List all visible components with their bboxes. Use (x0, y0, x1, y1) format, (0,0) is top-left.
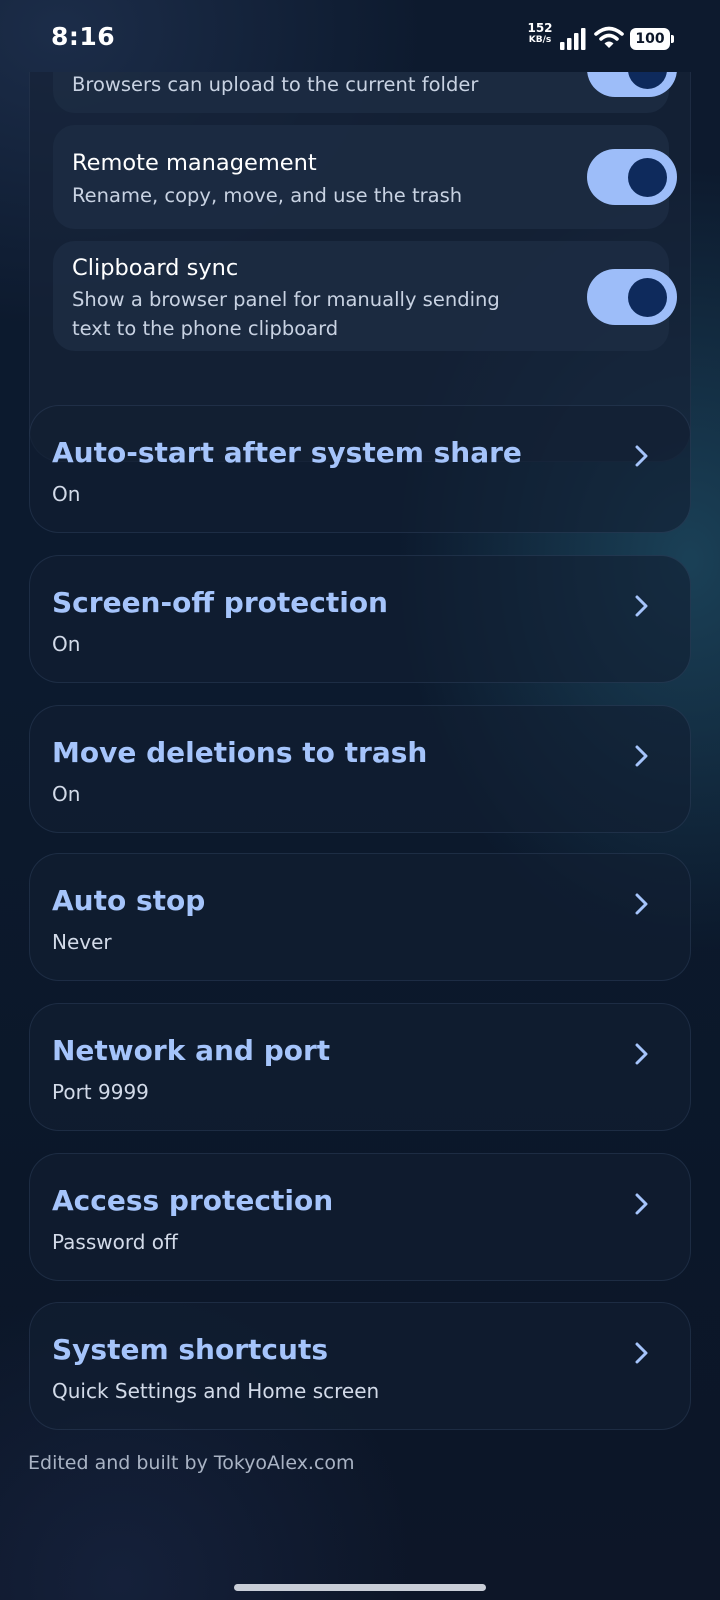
chevron-right-icon (635, 1193, 648, 1215)
browser-upload-switch[interactable] (587, 72, 677, 97)
chevron-right-icon (635, 745, 648, 767)
web-access-options-card: Browsers can upload to the current folde… (29, 72, 691, 462)
setting-title: Auto stop (52, 884, 206, 917)
signal-icon (560, 28, 586, 50)
wifi-icon (594, 26, 624, 48)
setting-title: System shortcuts (52, 1333, 328, 1366)
setting-title: Move deletions to trash (52, 736, 428, 769)
setting-auto-stop[interactable]: Auto stop Never (29, 853, 691, 981)
chevron-right-icon (635, 595, 648, 617)
setting-value: On (52, 632, 81, 656)
clipboard-sync-switch[interactable] (587, 269, 677, 325)
toggle-subtitle: Show a browser panel for manually sendin… (72, 288, 500, 340)
chevron-right-icon (635, 1043, 648, 1065)
toggle-subtitle: Browsers can upload to the current folde… (72, 73, 479, 96)
switch-knob (628, 72, 667, 89)
setting-move-deletions-to-trash[interactable]: Move deletions to trash On (29, 705, 691, 833)
remote-management-switch[interactable] (587, 149, 677, 205)
battery-icon: 100 (630, 28, 674, 50)
network-speed-unit: KB/s (528, 35, 552, 45)
switch-knob (628, 278, 667, 317)
network-speed: 152 KB/s (524, 22, 556, 46)
setting-title: Auto-start after system share (52, 436, 522, 469)
setting-value: On (52, 482, 81, 506)
setting-system-shortcuts[interactable]: System shortcuts Quick Settings and Home… (29, 1302, 691, 1430)
home-indicator[interactable] (234, 1584, 486, 1591)
setting-value: On (52, 782, 81, 806)
setting-value: Password off (52, 1230, 178, 1254)
settings-content[interactable]: Browsers can upload to the current folde… (0, 72, 720, 1600)
clock: 8:16 (51, 22, 116, 51)
chevron-right-icon (635, 1342, 648, 1364)
setting-access-protection[interactable]: Access protection Password off (29, 1153, 691, 1281)
toggle-row-browser-upload[interactable]: Browsers can upload to the current folde… (53, 72, 677, 113)
setting-value: Quick Settings and Home screen (52, 1379, 380, 1403)
setting-value: Port 9999 (52, 1080, 149, 1104)
footer-credit: Edited and built by TokyoAlex.com (28, 1452, 355, 1474)
setting-auto-start-after-share[interactable]: Auto-start after system share On (29, 405, 691, 533)
setting-title: Network and port (52, 1034, 331, 1067)
chevron-right-icon (635, 893, 648, 915)
toggle-title: Clipboard sync (72, 255, 239, 281)
toggle-title: Remote management (72, 150, 317, 176)
setting-value: Never (52, 930, 112, 954)
setting-screen-off-protection[interactable]: Screen-off protection On (29, 555, 691, 683)
toggle-row-clipboard-sync[interactable]: Clipboard sync Show a browser panel for … (53, 241, 677, 351)
setting-title: Screen-off protection (52, 586, 388, 619)
setting-network-and-port[interactable]: Network and port Port 9999 (29, 1003, 691, 1131)
chevron-right-icon (635, 445, 648, 467)
switch-knob (628, 158, 667, 197)
toggle-row-remote-management[interactable]: Remote management Rename, copy, move, an… (53, 125, 677, 229)
status-bar: 8:16 152 KB/s 100 (0, 0, 720, 72)
toggle-subtitle: Rename, copy, move, and use the trash (72, 184, 463, 207)
network-speed-value: 152 (527, 21, 553, 35)
setting-title: Access protection (52, 1184, 334, 1217)
